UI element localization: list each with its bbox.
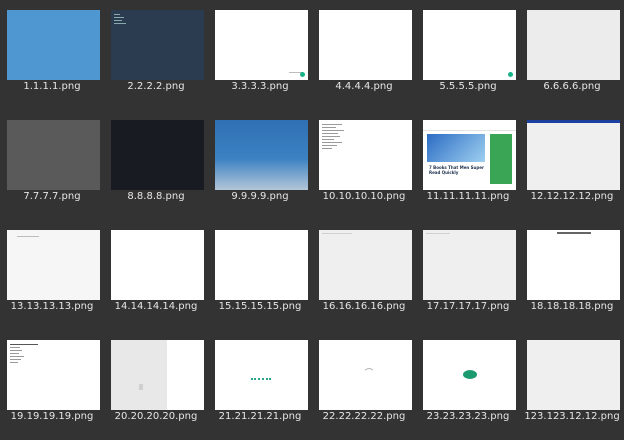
thumbnail-site-header: [423, 120, 516, 131]
file-thumbnail: 7 Books That Men Super Read Quickly: [423, 120, 516, 190]
file-item[interactable]: 7 Books That Men Super Read Quickly 11.1…: [416, 110, 520, 220]
file-name: 12.12.12.12.png: [530, 191, 614, 202]
file-name: 6.6.6.6.png: [543, 81, 601, 92]
file-thumbnail: [215, 10, 308, 80]
loading-spinner-icon: [363, 368, 375, 380]
file-item[interactable]: 7.7.7.7.png: [0, 110, 104, 220]
file-thumbnail: [111, 10, 204, 80]
file-item[interactable]: 4.4.4.4.png: [312, 0, 416, 110]
file-name: 14.14.14.14.png: [114, 301, 198, 312]
file-grid: 1.1.1.1.png 2.2.2.2.png 3.3.3.3.png 4.4.…: [0, 0, 624, 427]
file-item[interactable]: 23.23.23.23.png: [416, 330, 520, 440]
thumbnail-line: [322, 233, 352, 234]
file-thumbnail: [319, 120, 412, 190]
file-thumbnail: [7, 120, 100, 190]
file-name: 11.11.11.11.png: [426, 191, 510, 202]
file-name: 13.13.13.13.png: [10, 301, 94, 312]
thumbnail-site-sidebar: [490, 134, 512, 184]
thumbnail-text-lines: [10, 344, 40, 365]
file-item[interactable]: 15.15.15.15.png: [208, 220, 312, 330]
file-thumbnail: [7, 340, 100, 410]
file-thumbnail: [319, 230, 412, 300]
file-name: 8.8.8.8.png: [127, 191, 185, 202]
file-thumbnail: [7, 10, 100, 80]
thumbnail-line: [17, 236, 39, 237]
file-item[interactable]: 22.22.22.22.png: [312, 330, 416, 440]
file-name: 19.19.19.19.png: [10, 411, 94, 422]
file-name: 20.20.20.20.png: [114, 411, 198, 422]
file-thumbnail: [215, 120, 308, 190]
thumbnail-text-lines: [322, 124, 352, 151]
file-item[interactable]: 5.5.5.5.png: [416, 0, 520, 110]
file-thumbnail: [215, 340, 308, 410]
file-item[interactable]: 8.8.8.8.png: [104, 110, 208, 220]
file-name: 2.2.2.2.png: [127, 81, 185, 92]
file-item[interactable]: 3.3.3.3.png: [208, 0, 312, 110]
file-thumbnail: [423, 230, 516, 300]
file-name: 9.9.9.9.png: [231, 191, 289, 202]
thumbnail-badge-icon: [300, 72, 305, 77]
thumbnail-text-lines: [114, 14, 144, 26]
file-item[interactable]: 13.13.13.13.png: [0, 220, 104, 330]
file-item[interactable]: 12.12.12.12.png: [520, 110, 624, 220]
file-name: 15.15.15.15.png: [218, 301, 302, 312]
file-item[interactable]: 10.10.10.10.png: [312, 110, 416, 220]
thumbnail-site-headline: 7 Books That Men Super Read Quickly: [429, 165, 484, 175]
file-item[interactable]: 6.6.6.6.png: [520, 0, 624, 110]
file-thumbnail: [527, 120, 620, 190]
thumbnail-dots: [251, 378, 271, 384]
file-thumbnail: [423, 10, 516, 80]
file-item[interactable]: 1.1.1.1.png: [0, 0, 104, 110]
file-item[interactable]: 2.2.2.2.png: [104, 0, 208, 110]
file-thumbnail: [527, 10, 620, 80]
file-thumbnail: [319, 10, 412, 80]
thumbnail-line: [426, 233, 450, 234]
file-item[interactable]: 19.19.19.19.png: [0, 330, 104, 440]
file-thumbnail: [111, 120, 204, 190]
thumbnail-left-panel: [111, 340, 167, 410]
file-name: 18.18.18.18.png: [530, 301, 614, 312]
eye-icon: [463, 370, 477, 379]
file-thumbnail: [527, 340, 620, 410]
file-name: 1.1.1.1.png: [23, 81, 81, 92]
file-name: 17.17.17.17.png: [426, 301, 510, 312]
thumbnail-topbar: [527, 120, 620, 123]
file-thumbnail: [319, 340, 412, 410]
file-name: 3.3.3.3.png: [231, 81, 289, 92]
file-item[interactable]: 20.20.20.20.png: [104, 330, 208, 440]
file-name: 7.7.7.7.png: [23, 191, 81, 202]
file-item[interactable]: 14.14.14.14.png: [104, 220, 208, 330]
file-item[interactable]: 16.16.16.16.png: [312, 220, 416, 330]
file-item[interactable]: 9.9.9.9.png: [208, 110, 312, 220]
file-name: 21.21.21.21.png: [218, 411, 302, 422]
file-thumbnail: [423, 340, 516, 410]
file-thumbnail: [7, 230, 100, 300]
file-item[interactable]: 123.123.12.12.png: [520, 330, 624, 440]
file-name: 16.16.16.16.png: [322, 301, 406, 312]
thumbnail-caption-line: [557, 232, 591, 234]
file-thumbnail: [215, 230, 308, 300]
file-thumbnail: [111, 230, 204, 300]
thumbnail-badge-icon: [508, 72, 513, 77]
file-item[interactable]: 21.21.21.21.png: [208, 330, 312, 440]
file-item[interactable]: 18.18.18.18.png: [520, 220, 624, 330]
thumbnail-site-hero: [427, 134, 485, 162]
file-name: 4.4.4.4.png: [335, 81, 393, 92]
file-name: 22.22.22.22.png: [322, 411, 406, 422]
file-name: 5.5.5.5.png: [439, 81, 497, 92]
thumbnail-mark: [139, 384, 143, 390]
file-name: 10.10.10.10.png: [322, 191, 406, 202]
file-item[interactable]: 17.17.17.17.png: [416, 220, 520, 330]
file-name: 23.23.23.23.png: [426, 411, 510, 422]
file-name: 123.123.12.12.png: [524, 411, 620, 422]
file-thumbnail: [111, 340, 204, 410]
file-thumbnail: [527, 230, 620, 300]
